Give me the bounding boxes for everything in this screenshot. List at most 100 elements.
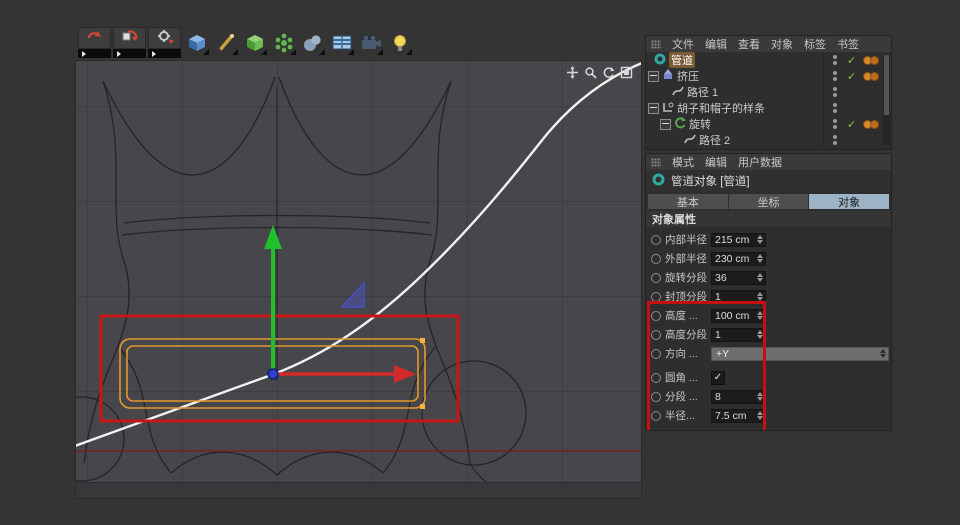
x-axis-arrow[interactable] [279,365,416,383]
field-value: 1 [715,329,721,341]
object-row-path-1[interactable]: 路径 1 [646,84,891,100]
collapse-icon[interactable] [660,119,671,130]
enable-check-icon[interactable]: ✓ [845,54,858,67]
property-label: 半径... [665,408,711,423]
redo-button[interactable] [113,27,146,58]
tab-basic[interactable]: 基本 [648,194,728,209]
object-row-extrude[interactable]: 挤压 ✓ [646,68,891,84]
menu-object[interactable]: 对象 [771,36,793,52]
light-button[interactable] [387,30,413,56]
menu-view[interactable]: 查看 [738,36,760,52]
object-row-spline-group[interactable]: 胡子和帽子的样条 [646,100,891,116]
tab-coordinates[interactable]: 坐标 [729,194,809,209]
cube-primitive-button[interactable] [184,30,210,56]
inner-radius-field[interactable]: 215 cm [711,233,766,247]
height-field[interactable]: 100 cm [711,309,766,323]
tube-object-icon [652,173,665,189]
array-generator-button[interactable] [271,30,297,56]
object-row-lathe[interactable]: 旋转 ✓ [646,116,891,132]
keyframe-circle-icon[interactable] [651,330,661,340]
stepper-icon[interactable] [757,411,765,420]
tab-object[interactable]: 对象 [809,194,889,209]
object-manager-menubar: 文件 编辑 查看 对象 标签 书签 [646,36,891,52]
camera-button[interactable] [358,30,384,56]
keyframe-circle-icon[interactable] [651,373,661,383]
visibility-dots-icon[interactable] [828,71,841,81]
metaball-button[interactable] [300,30,326,56]
subdivision-surface-button[interactable] [242,30,268,56]
menu-edit[interactable]: 编辑 [705,36,727,52]
keyframe-circle-icon[interactable] [651,349,661,359]
rotation-segments-field[interactable]: 36 [711,271,766,285]
tool-settings-button[interactable] [148,27,181,58]
app-window: 文件 编辑 查看 对象 标签 书签 管道 ✓ 挤压 ✓ 路径 1 [0,0,960,525]
spline-pen-button[interactable] [213,30,239,56]
menu-edit[interactable]: 编辑 [705,154,727,170]
phong-tag-icon[interactable] [862,120,880,129]
height-segments-field[interactable]: 1 [711,328,766,342]
menu-user-data[interactable]: 用户数据 [738,154,782,170]
spline-curve[interactable] [76,63,641,447]
menu-tags[interactable]: 标签 [804,36,826,52]
keyframe-circle-icon[interactable] [651,273,661,283]
tool-options-strip[interactable] [148,49,181,58]
tree-scrollbar[interactable] [883,54,890,145]
fillet-checkbox[interactable]: ✓ [711,371,725,385]
fillet-segments-field[interactable]: 8 [711,390,766,404]
phong-tag-icon[interactable] [862,72,880,81]
visibility-dots-icon[interactable] [828,103,841,113]
fillet-radius-field[interactable]: 7.5 cm [711,409,766,423]
menu-mode[interactable]: 模式 [672,154,694,170]
enable-check-icon[interactable]: ✓ [845,70,858,83]
collapse-icon[interactable] [648,71,659,82]
tube-vertex-dot[interactable] [420,338,425,343]
panel-grip-icon[interactable] [651,40,661,49]
menu-bookmarks[interactable]: 书签 [837,36,859,52]
viewport[interactable] [75,60,642,499]
collapse-icon[interactable] [648,103,659,114]
zoom-icon[interactable] [583,65,597,79]
visibility-dots-icon[interactable] [828,119,841,129]
object-row-path-2[interactable]: 路径 2 [646,132,891,148]
viewport-bottom-bar [76,482,641,498]
height-segments-row: 高度分段 1 [646,325,891,344]
enable-check-icon[interactable]: ✓ [845,118,858,131]
keyframe-circle-icon[interactable] [651,235,661,245]
stepper-icon[interactable] [757,273,765,282]
origin-handle[interactable] [268,369,278,379]
keyframe-circle-icon[interactable] [651,254,661,264]
tube-vertex-dot[interactable] [420,404,425,409]
stepper-icon[interactable] [757,292,765,301]
floor-button[interactable] [329,30,355,56]
keyframe-circle-icon[interactable] [651,392,661,402]
stepper-icon[interactable] [757,330,765,339]
rotate-icon[interactable] [601,65,615,79]
outer-radius-field[interactable]: 230 cm [711,252,766,266]
undo-options-strip[interactable] [78,49,111,58]
redo-options-strip[interactable] [113,49,146,58]
stepper-icon[interactable] [757,311,765,320]
phong-tag-icon[interactable] [862,56,880,65]
keyframe-circle-icon[interactable] [651,292,661,302]
stepper-icon[interactable] [757,254,765,263]
bank-handle[interactable] [342,283,364,307]
stepper-icon[interactable] [757,235,765,244]
orientation-dropdown[interactable]: +Y [711,347,889,361]
object-row-tube[interactable]: 管道 ✓ [646,52,891,68]
keyframe-circle-icon[interactable] [651,411,661,421]
stepper-icon[interactable] [757,392,765,401]
fillet-segments-row: 分段 ... 8 [646,387,891,406]
visibility-dots-icon[interactable] [828,135,841,145]
toolbar-main [184,30,413,56]
viewport-canvas[interactable] [76,61,641,498]
menu-file[interactable]: 文件 [672,36,694,52]
y-axis-arrow[interactable] [264,225,282,374]
cap-segments-field[interactable]: 1 [711,290,766,304]
maximize-view-icon[interactable] [619,65,633,79]
visibility-dots-icon[interactable] [828,87,841,97]
panel-grip-icon[interactable] [651,158,661,167]
pan-icon[interactable] [565,65,579,79]
undo-button[interactable] [78,27,111,58]
keyframe-circle-icon[interactable] [651,311,661,321]
visibility-dots-icon[interactable] [828,55,841,65]
